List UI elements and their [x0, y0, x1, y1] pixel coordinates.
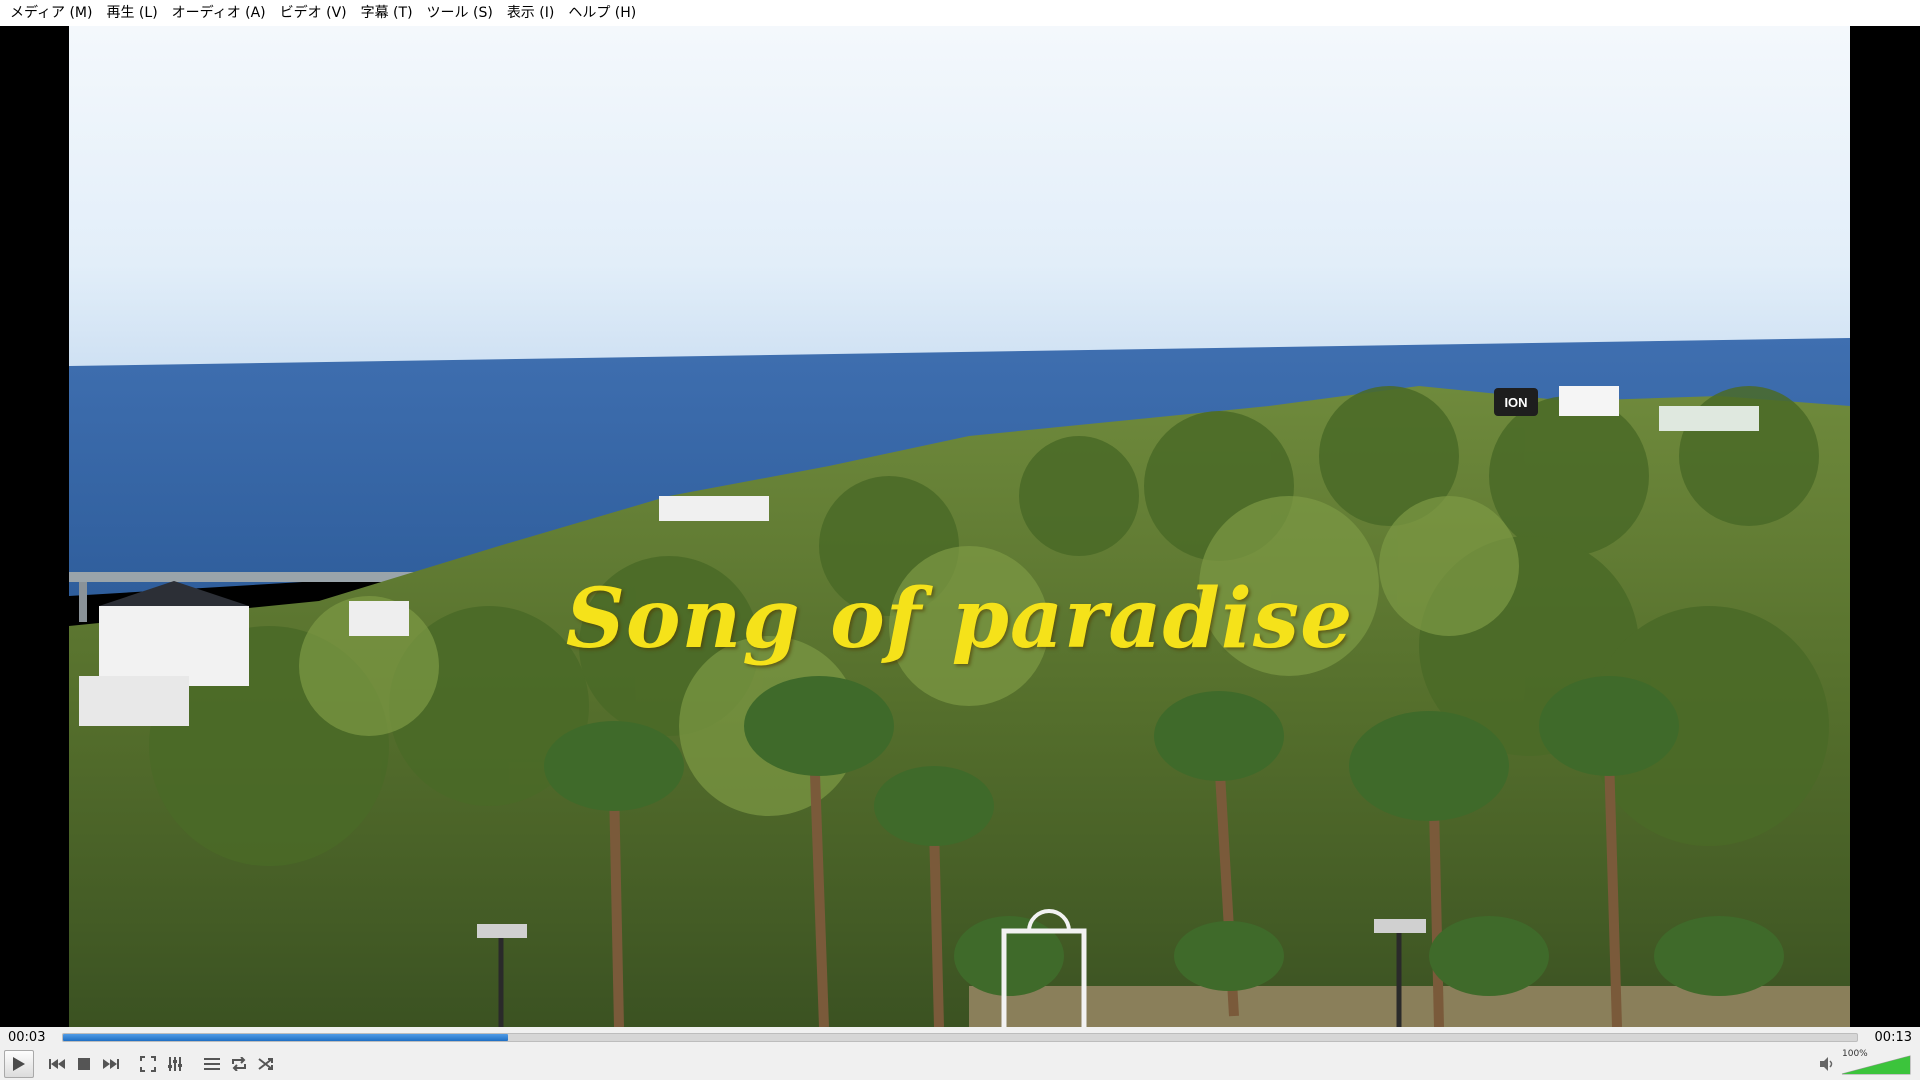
seek-bar[interactable] [62, 1032, 1858, 1042]
extended-settings-icon [168, 1056, 182, 1071]
seek-row: 00:03 00:13 [0, 1027, 1920, 1047]
menu-video[interactable]: ビデオ (V) [273, 0, 354, 26]
menu-bar: メディア (M) 再生 (L) オーディオ (A) ビデオ (V) 字幕 (T)… [0, 0, 1920, 26]
total-time: 00:13 [1874, 1029, 1912, 1045]
next-button[interactable] [98, 1051, 124, 1077]
seek-progress [63, 1033, 508, 1041]
controls-bar: 100% [0, 1047, 1920, 1080]
stop-button[interactable] [71, 1051, 97, 1077]
menu-view[interactable]: 表示 (I) [500, 0, 562, 26]
play-icon [13, 1056, 25, 1071]
menu-playback[interactable]: 再生 (L) [99, 0, 164, 26]
fullscreen-icon [140, 1055, 156, 1072]
elapsed-time: 00:03 [8, 1029, 46, 1045]
shuffle-button[interactable] [253, 1051, 279, 1077]
menu-tools[interactable]: ツール (S) [420, 0, 500, 26]
menu-help[interactable]: ヘルプ (H) [561, 0, 643, 26]
video-display[interactable]: ION Song of paradise [0, 26, 1920, 1027]
previous-button[interactable] [44, 1051, 70, 1077]
video-scene: ION [69, 26, 1850, 1027]
loop-icon [232, 1056, 246, 1071]
play-button[interactable] [4, 1049, 34, 1078]
ion-sign-text: ION [1504, 395, 1527, 410]
menu-subtitle[interactable]: 字幕 (T) [354, 0, 420, 26]
playlist-icon [204, 1057, 220, 1070]
fullscreen-button[interactable] [135, 1051, 161, 1077]
previous-icon [49, 1058, 65, 1069]
video-title-overlay: Song of paradise [565, 571, 1354, 667]
loop-button[interactable] [226, 1051, 252, 1077]
extended-settings-button[interactable] [162, 1051, 188, 1077]
volume-control[interactable]: 100% [1818, 1048, 1912, 1076]
volume-slider[interactable]: 100% [1840, 1048, 1912, 1076]
speaker-icon[interactable] [1818, 1055, 1836, 1073]
video-frame: ION Song of paradise [69, 26, 1850, 1027]
stop-icon [78, 1057, 90, 1070]
playlist-button[interactable] [199, 1051, 225, 1077]
shuffle-icon [258, 1057, 273, 1070]
menu-audio[interactable]: オーディオ (A) [165, 0, 273, 26]
volume-label: 100% [1842, 1048, 1868, 1059]
next-icon [103, 1058, 119, 1069]
menu-media[interactable]: メディア (M) [3, 0, 99, 26]
